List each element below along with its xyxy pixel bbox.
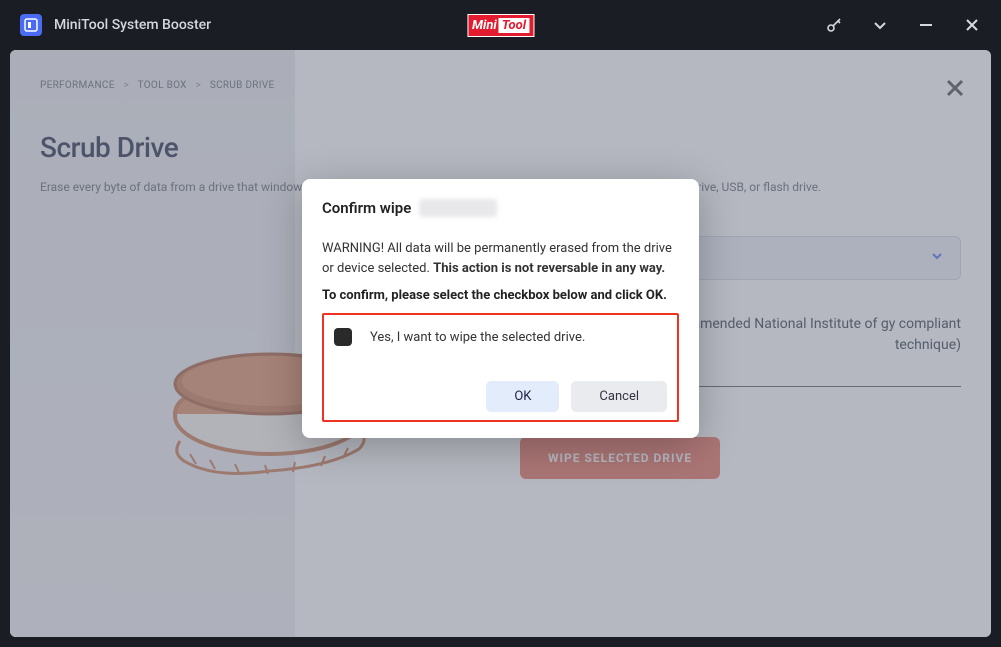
confirm-checkbox[interactable] (334, 328, 352, 346)
highlight-box: Yes, I want to wipe the selected drive. … (322, 313, 679, 422)
app-icon (20, 14, 42, 36)
cancel-button[interactable]: Cancel (571, 381, 667, 412)
brand-b: Tool (499, 18, 529, 33)
key-icon[interactable] (825, 16, 843, 34)
app-title: MiniTool System Booster (54, 17, 211, 33)
modal-warning: WARNING! All data will be permanently er… (322, 239, 679, 278)
titlebar-controls (825, 16, 981, 34)
modal-actions: OK Cancel (334, 381, 667, 412)
modal-warning-b: This action is not reversable in any way… (433, 261, 665, 276)
minimize-button[interactable] (917, 16, 935, 34)
brand-badge: MiniTool (467, 14, 534, 37)
chevron-down-icon[interactable] (871, 16, 889, 34)
close-window-button[interactable] (963, 16, 981, 34)
confirm-wipe-modal: Confirm wipe WARNING! All data will be p… (302, 179, 699, 438)
ok-button[interactable]: OK (486, 381, 559, 412)
brand-badge-wrap: MiniTool (467, 14, 534, 37)
app-logo-icon (24, 18, 38, 32)
modal-instruction: To confirm, please select the checkbox b… (322, 288, 679, 303)
confirm-checkbox-label: Yes, I want to wipe the selected drive. (370, 330, 585, 345)
titlebar-left: MiniTool System Booster (20, 14, 211, 36)
confirm-checkbox-row: Yes, I want to wipe the selected drive. (334, 323, 667, 351)
titlebar: MiniTool System Booster MiniTool (0, 0, 1001, 50)
modal-title-row: Confirm wipe (322, 199, 679, 217)
modal-title: Confirm wipe (322, 199, 411, 217)
drive-name-redacted (419, 199, 497, 217)
brand-a: Mini (472, 18, 497, 33)
